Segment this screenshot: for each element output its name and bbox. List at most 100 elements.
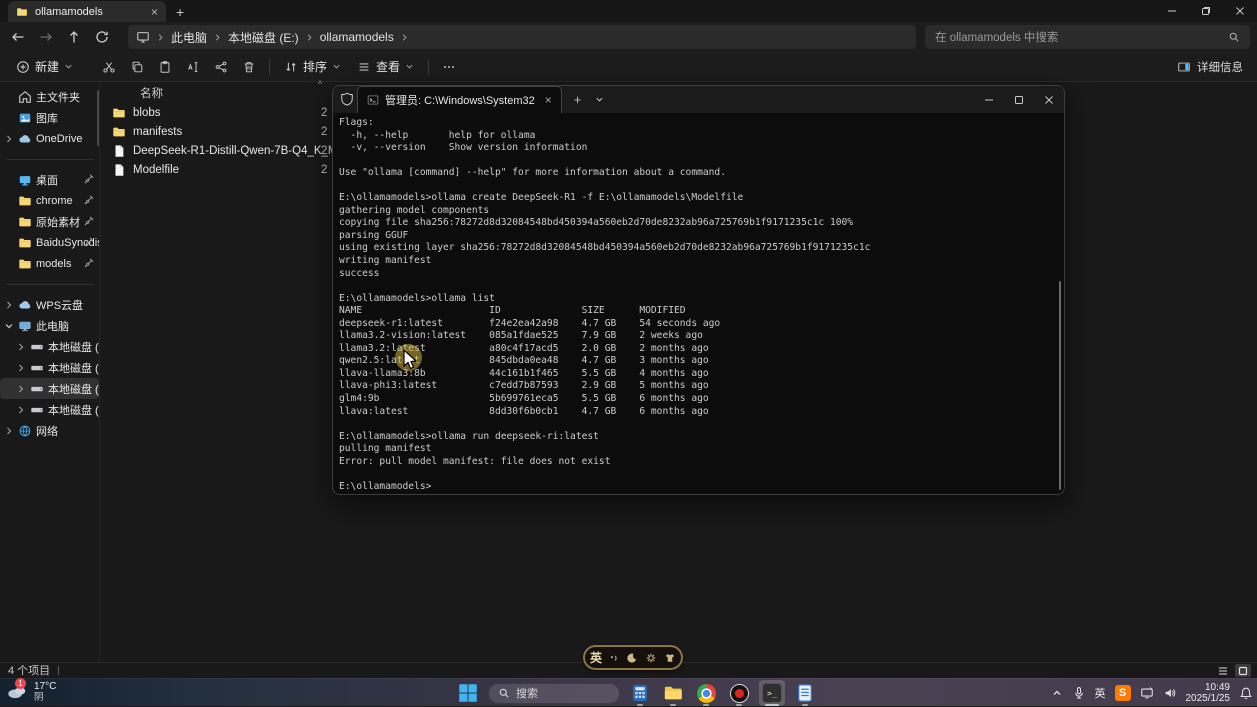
sidebar-expander[interactable]	[16, 384, 26, 394]
sidebar-expander[interactable]	[4, 426, 14, 436]
speaker-icon[interactable]	[1163, 686, 1177, 700]
sogou-icon[interactable]: S	[1115, 685, 1131, 701]
terminal-scrollbar[interactable]	[1059, 281, 1061, 490]
ime-pen-icon[interactable]	[609, 653, 619, 663]
sidebar-item-baidusyncdisk[interactable]: BaiduSyncdisk	[0, 232, 99, 253]
terminal-content[interactable]: Flags: -h, --help help for ollama -v, --…	[334, 113, 1063, 493]
rename-button[interactable]	[179, 54, 207, 80]
restore-button[interactable]	[1189, 0, 1223, 22]
breadcrumb-segment[interactable]: 本地磁盘 (E:)	[228, 29, 299, 46]
ime-mode-label[interactable]: 英	[590, 649, 602, 666]
minimize-button[interactable]	[1155, 0, 1189, 22]
new-button-label: 新建	[35, 58, 59, 75]
breadcrumb[interactable]: 此电脑 本地磁盘 (E:) ollamamodels	[128, 25, 916, 49]
sidebar-item-network[interactable]: 网络	[0, 420, 99, 441]
taskbar-app-chrome[interactable]	[693, 680, 719, 706]
microphone-icon[interactable]	[1072, 686, 1086, 700]
terminal-output: Flags: -h, --help help for ollama -v, --…	[339, 117, 1063, 493]
sidebar-item-disk-f[interactable]: 本地磁盘 (F:)	[0, 399, 99, 420]
sidebar-expander[interactable]	[16, 342, 26, 352]
taskbar-app-calculator[interactable]	[627, 680, 653, 706]
sidebar-item-gallery[interactable]: 图库	[0, 107, 99, 128]
terminal-tab-dropdown-icon[interactable]	[595, 95, 604, 104]
breadcrumb-chevron-icon	[156, 33, 165, 42]
taskbar-app-explorer[interactable]	[660, 680, 686, 706]
terminal-title-bar[interactable]: 管理员: C:\Windows\System32 × +	[333, 86, 1064, 113]
sidebar-item-disk-c[interactable]: 本地磁盘 (C:)	[0, 336, 99, 357]
details-pane-icon	[1177, 60, 1191, 74]
new-button[interactable]: 新建	[8, 54, 81, 80]
sidebar-item-home[interactable]: 主文件夹	[0, 86, 99, 107]
sidebar-item-chrome[interactable]: chrome	[0, 190, 99, 211]
sidebar-item-onedrive[interactable]: OneDrive	[0, 128, 99, 149]
back-button[interactable]	[4, 24, 32, 50]
ime-toolbar[interactable]: 英	[583, 645, 683, 670]
sidebar-expander[interactable]	[4, 134, 14, 144]
details-view-toggle[interactable]	[1215, 664, 1231, 677]
terminal-tab[interactable]: 管理员: C:\Windows\System32 ×	[357, 86, 562, 113]
taskbar-app-terminal[interactable]: >_	[759, 680, 785, 706]
sidebar-item-disk-e[interactable]: 本地磁盘 (E:)	[0, 378, 99, 399]
date-column-clipped: 2	[321, 164, 327, 176]
details-pane-button[interactable]: 详细信息	[1177, 52, 1243, 82]
explorer-tab-strip: ollamamodels × +	[0, 0, 1257, 22]
sidebar-item-label: 本地磁盘 (C:)	[48, 339, 99, 355]
breadcrumb-segment[interactable]: 此电脑	[171, 29, 207, 46]
forward-button[interactable]	[32, 24, 60, 50]
date-column-clipped: 2	[321, 107, 327, 119]
details-pane-label: 详细信息	[1197, 59, 1243, 75]
weather-widget[interactable]: 1 17°C 阴	[6, 680, 56, 704]
notification-bell-icon[interactable]	[1239, 686, 1253, 700]
taskbar-app-recorder[interactable]	[726, 680, 752, 706]
folder-icon	[18, 194, 32, 208]
sidebar-expander[interactable]	[4, 321, 14, 331]
sidebar-item-disk-d[interactable]: 本地磁盘 (D:)	[0, 357, 99, 378]
sidebar-item-desktop[interactable]: 桌面	[0, 169, 99, 190]
delete-button[interactable]	[235, 54, 263, 80]
new-tab-button[interactable]: +	[176, 4, 184, 20]
share-button[interactable]	[207, 54, 235, 80]
terminal-close-button[interactable]	[1034, 86, 1064, 113]
taskbar-search[interactable]: 搜索	[488, 683, 620, 704]
sidebar-expander[interactable]	[16, 405, 26, 415]
start-button[interactable]	[455, 680, 481, 706]
sidebar-item-material[interactable]: 原始素材	[0, 211, 99, 232]
terminal-maximize-button[interactable]	[1004, 86, 1034, 113]
chevron-right-icon	[16, 342, 26, 352]
moon-icon[interactable]	[626, 652, 638, 664]
clock[interactable]: 10:49 2025/1/25	[1186, 682, 1231, 704]
file-name: DeepSeek-R1-Distill-Qwen-7B-Q4_K_M.gguf	[133, 145, 363, 157]
view-button[interactable]: 查看	[349, 54, 422, 80]
tab-close-icon[interactable]: ×	[151, 5, 158, 19]
up-button[interactable]	[60, 24, 88, 50]
terminal-tab-close-icon[interactable]: ×	[545, 93, 552, 107]
sidebar-expander[interactable]	[4, 300, 14, 310]
explorer-tab[interactable]: ollamamodels ×	[8, 1, 166, 22]
skin-shirt-icon[interactable]	[664, 652, 676, 664]
terminal-new-tab-button[interactable]: +	[574, 92, 582, 107]
ime-language-indicator[interactable]: 英	[1095, 685, 1106, 701]
gear-icon[interactable]	[645, 652, 657, 664]
sidebar-item-models[interactable]: models	[0, 253, 99, 274]
paste-button[interactable]	[151, 54, 179, 80]
cut-button[interactable]	[95, 54, 123, 80]
sidebar-item-this-pc[interactable]: 此电脑	[0, 315, 99, 336]
file-name: manifests	[133, 126, 182, 138]
copy-button[interactable]	[123, 54, 151, 80]
refresh-button[interactable]	[88, 24, 116, 50]
close-button[interactable]	[1223, 0, 1257, 22]
sidebar-expander	[4, 175, 14, 185]
terminal-minimize-button[interactable]	[974, 86, 1004, 113]
cast-icon[interactable]	[1140, 686, 1154, 700]
taskbar-app-notepad[interactable]	[792, 680, 818, 706]
ellipsis-icon	[442, 60, 456, 74]
search-input[interactable]: 在 ollamamodels 中搜索	[925, 25, 1250, 49]
more-options-button[interactable]	[435, 54, 463, 80]
tray-chevron-up-icon[interactable]	[1051, 687, 1063, 699]
command-toolbar: 新建 排序 查看 详细信息	[0, 52, 1257, 82]
large-icons-view-toggle[interactable]	[1235, 664, 1251, 677]
sidebar-expander[interactable]	[16, 363, 26, 373]
breadcrumb-segment[interactable]: ollamamodels	[320, 30, 394, 44]
sort-button[interactable]: 排序	[276, 54, 349, 80]
sidebar-item-wps-cloud[interactable]: WPS云盘	[0, 294, 99, 315]
